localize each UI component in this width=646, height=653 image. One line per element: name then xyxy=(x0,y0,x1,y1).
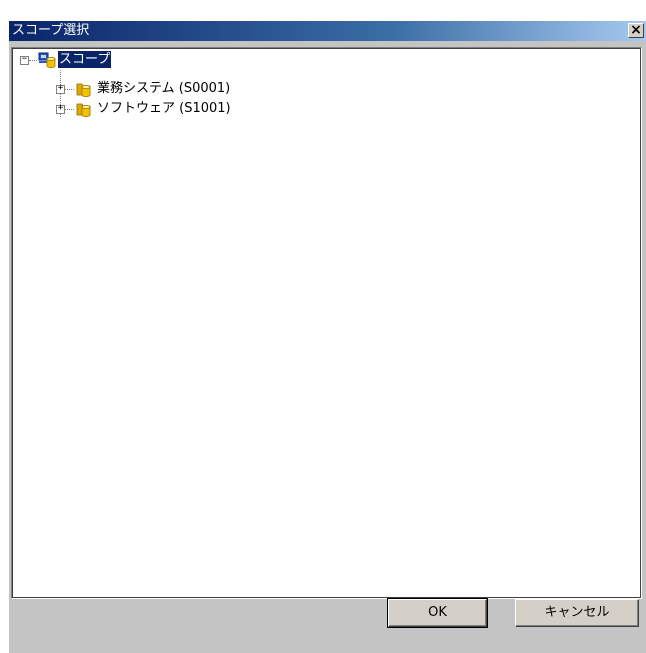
close-button[interactable]: × xyxy=(628,22,644,38)
collapse-toggle[interactable]: − xyxy=(20,54,29,65)
scope-tree[interactable]: − スコープ + 業務システム (S0001) + ソフトウェア (S1001) xyxy=(11,47,642,599)
scope-select-dialog: スコープ選択 × − スコープ + 業務システム (S0001) + ソフトウェ… xyxy=(8,20,646,653)
tree-node-label[interactable]: 業務システム (S0001) xyxy=(96,80,231,97)
window-title: スコープ選択 xyxy=(12,23,90,38)
tree-connector xyxy=(65,109,74,110)
folder-cylinder-icon xyxy=(76,83,91,97)
folder-cylinder-icon xyxy=(76,103,91,117)
expand-toggle[interactable]: + xyxy=(56,103,65,114)
tree-connector xyxy=(29,60,37,61)
tree-node-root[interactable]: − スコープ xyxy=(20,50,320,71)
tree-node-business-system[interactable]: + 業務システム (S0001) xyxy=(56,81,376,101)
tree-node-label[interactable]: スコープ xyxy=(56,50,113,69)
scope-root-icon xyxy=(38,52,56,68)
close-icon: × xyxy=(630,22,642,38)
tree-node-label[interactable]: ソフトウェア (S1001) xyxy=(96,100,232,117)
ok-button[interactable]: OK xyxy=(387,598,488,628)
title-bar[interactable]: スコープ選択 × xyxy=(9,21,646,41)
expand-toggle[interactable]: + xyxy=(56,83,65,94)
cancel-button[interactable]: キャンセル xyxy=(515,599,639,627)
tree-connector xyxy=(65,89,74,90)
tree-node-software[interactable]: + ソフトウェア (S1001) xyxy=(56,101,376,121)
